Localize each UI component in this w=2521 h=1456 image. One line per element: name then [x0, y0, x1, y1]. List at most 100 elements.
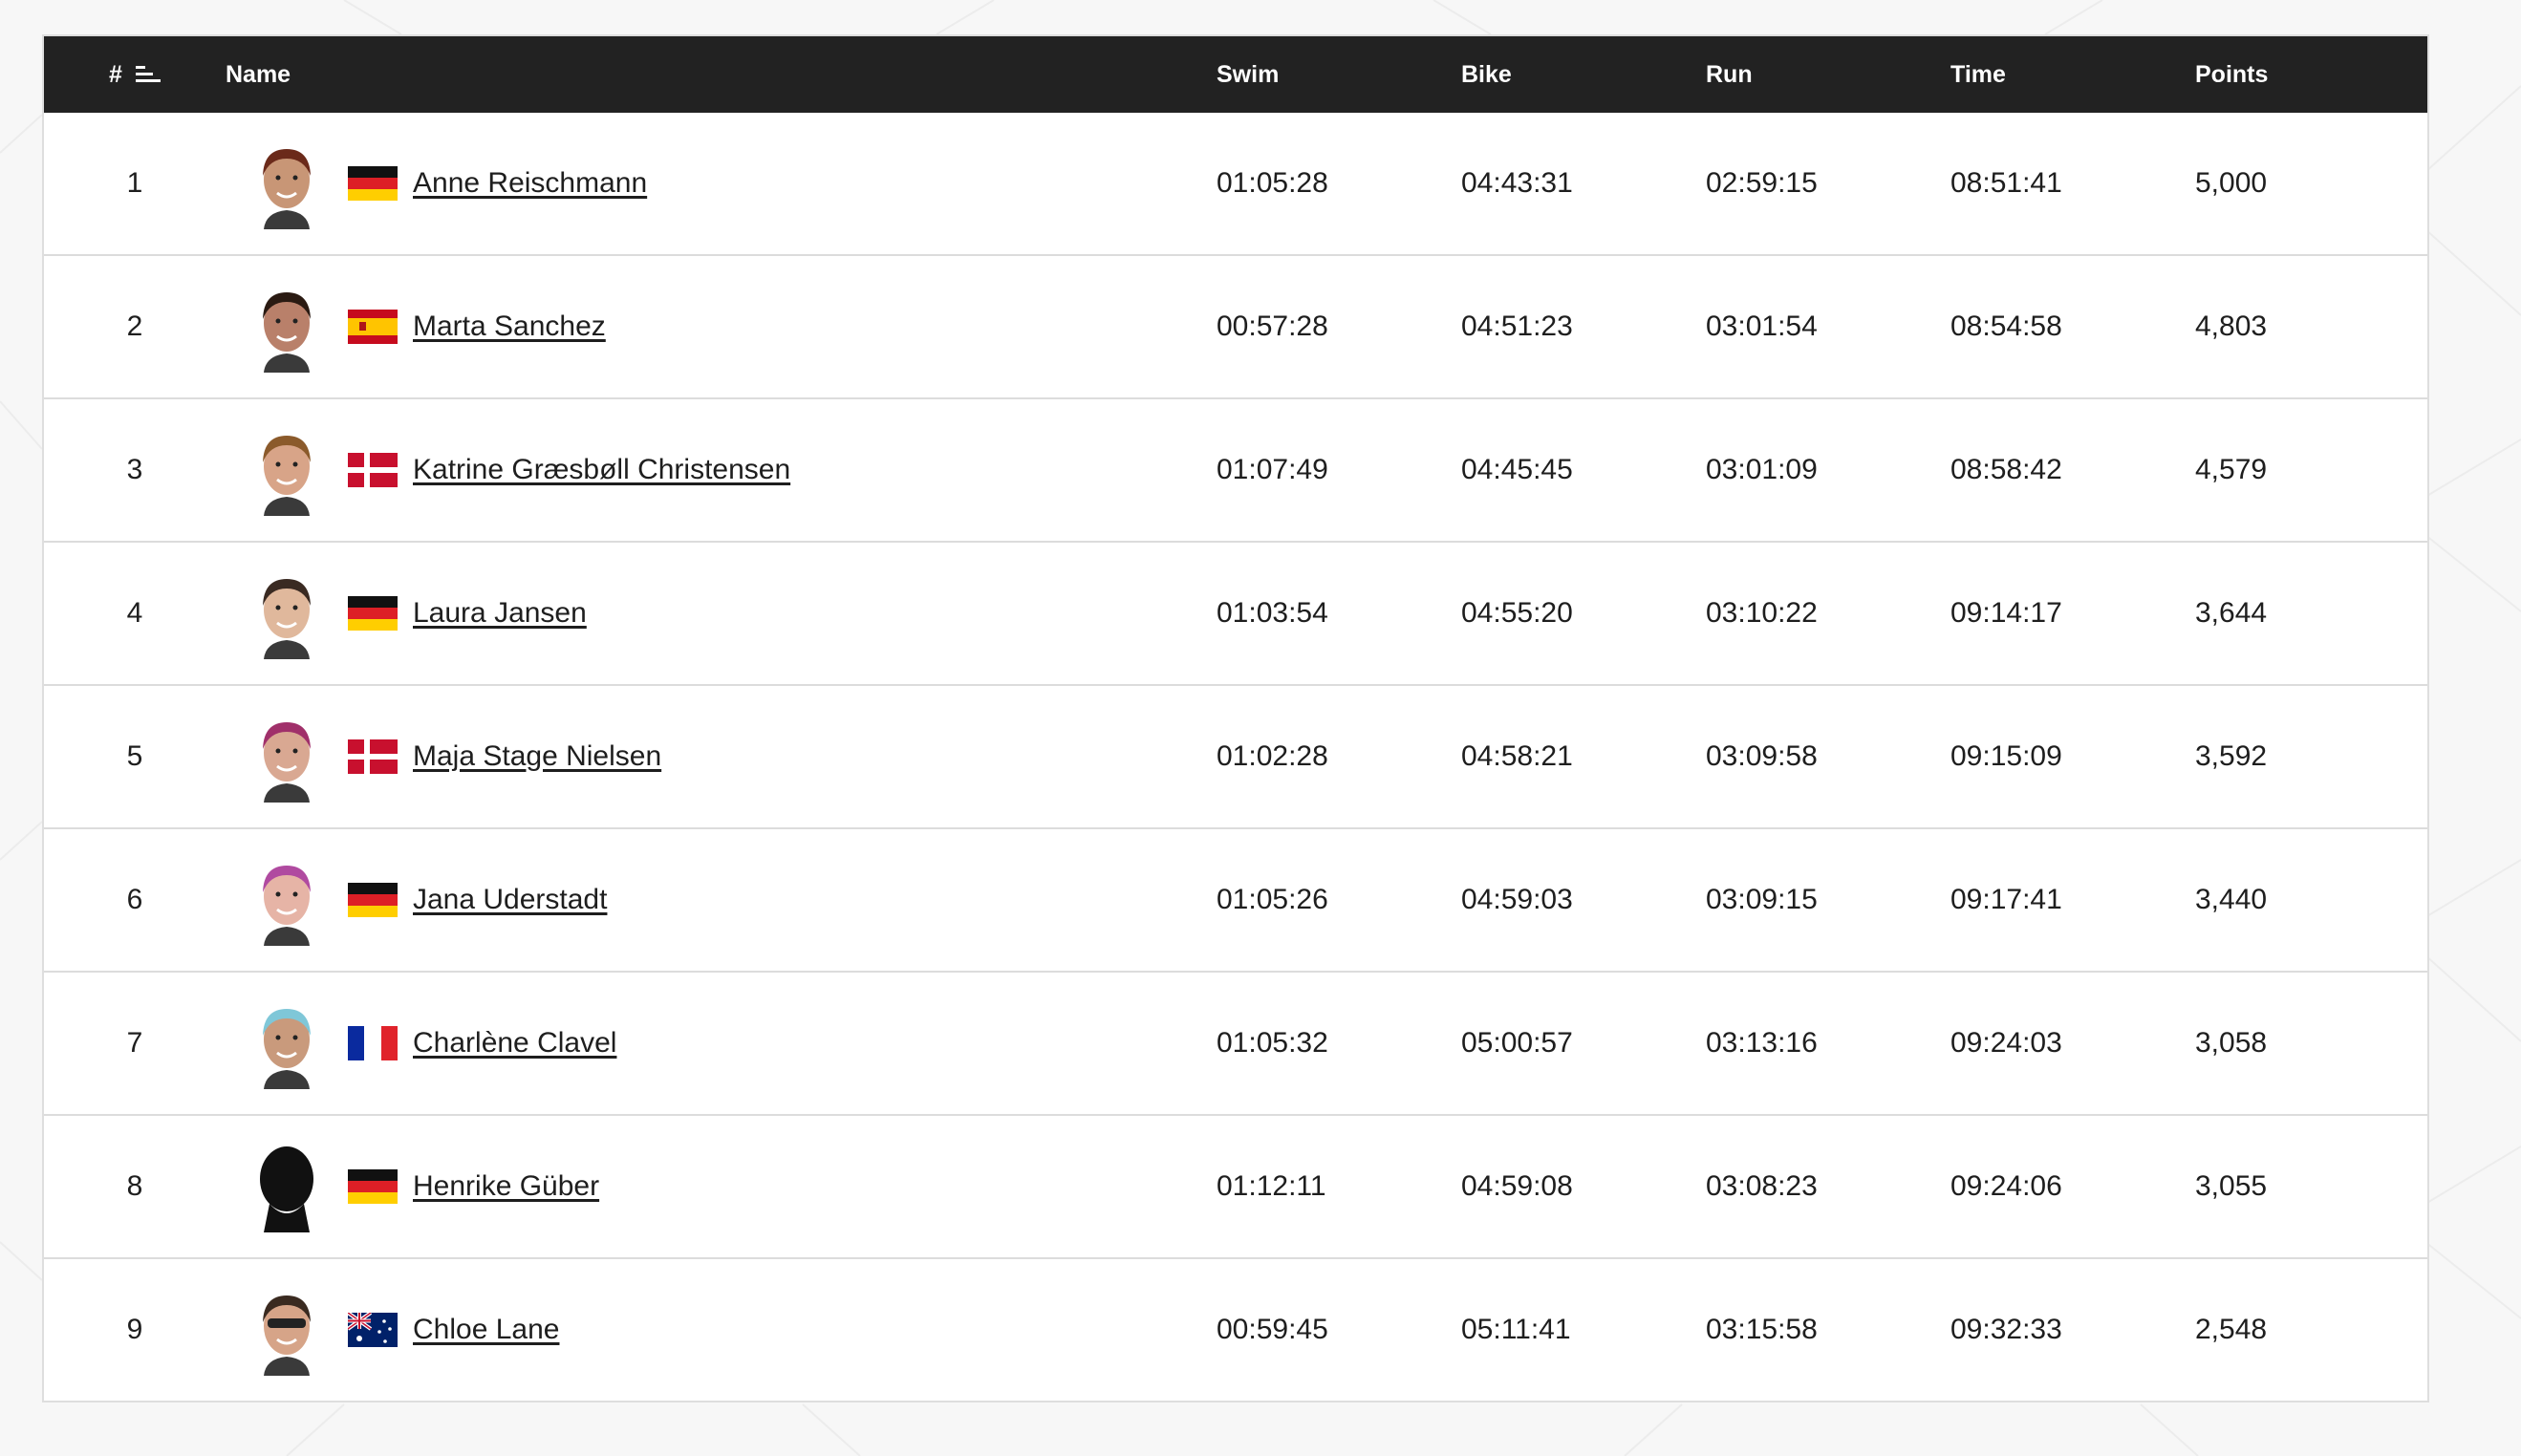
rank-cell: 9: [126, 1314, 143, 1345]
bike-time-cell: 04:58:21: [1461, 740, 1573, 772]
total-time-cell: 09:17:41: [1950, 884, 2062, 915]
athlete-name-link[interactable]: Laura Jansen: [413, 597, 587, 630]
header-swim[interactable]: Swim: [1217, 61, 1461, 89]
name-cell: Chloe Lane: [226, 1284, 1217, 1376]
bike-time-cell: 04:59:08: [1461, 1170, 1573, 1202]
name-cell: Laura Jansen: [226, 567, 1217, 659]
swim-time-cell: 01:02:28: [1217, 740, 1328, 772]
rank-cell: 3: [126, 454, 143, 485]
total-time-cell: 09:24:03: [1950, 1027, 2062, 1059]
rank-cell: 5: [126, 740, 143, 772]
points-cell: 3,440: [2195, 884, 2268, 915]
run-time-cell: 03:13:16: [1706, 1027, 1818, 1059]
bike-time-cell: 04:55:20: [1461, 597, 1573, 629]
athlete-avatar-icon: [263, 292, 311, 373]
athlete-avatar-icon: [263, 722, 311, 803]
germany-flag-icon: [348, 1169, 398, 1204]
run-time-cell: 03:01:54: [1706, 310, 1818, 342]
swim-time-cell: 01:05:32: [1217, 1027, 1328, 1059]
athlete-name-link[interactable]: Charlène Clavel: [413, 1027, 616, 1060]
run-time-cell: 03:01:09: [1706, 454, 1818, 485]
sort-icon[interactable]: [134, 64, 161, 85]
table-row: 3 Katrine Græsbøll Christensen 01:07:49 04:…: [44, 397, 2427, 541]
rank-cell: 4: [126, 597, 143, 629]
swim-time-cell: 00:57:28: [1217, 310, 1328, 342]
total-time-cell: 09:14:17: [1950, 597, 2062, 629]
bike-time-cell: 04:51:23: [1461, 310, 1573, 342]
total-time-cell: 08:58:42: [1950, 454, 2062, 485]
points-cell: 3,058: [2195, 1027, 2268, 1059]
table-row: 6 Jana Uderstadt 01:05:26 04:59:03 03:09:15 0…: [44, 827, 2427, 971]
name-cell: Charlène Clavel: [226, 997, 1217, 1089]
table-header: # Name Swim Bike Run Time Points: [44, 36, 2427, 113]
total-time-cell: 09:15:09: [1950, 740, 2062, 772]
rank-cell: 6: [126, 884, 143, 915]
header-rank[interactable]: #: [44, 61, 226, 89]
name-cell: Marta Sanchez: [226, 281, 1217, 373]
points-cell: 5,000: [2195, 167, 2268, 199]
rank-cell: 8: [126, 1170, 143, 1202]
table-row: 4 Laura Jansen 01:03:54 04:55:20 03:10:22 09:…: [44, 541, 2427, 684]
denmark-flag-icon: [348, 739, 398, 774]
australia-flag-icon: [348, 1313, 398, 1347]
athlete-avatar-icon: [263, 1295, 311, 1376]
header-time[interactable]: Time: [1950, 61, 2195, 89]
swim-time-cell: 01:05:26: [1217, 884, 1328, 915]
total-time-cell: 09:24:06: [1950, 1170, 2062, 1202]
bike-time-cell: 04:43:31: [1461, 167, 1573, 199]
points-cell: 2,548: [2195, 1314, 2268, 1345]
athlete-avatar-icon: [263, 149, 311, 229]
athlete-name-link[interactable]: Henrike Güber: [413, 1170, 599, 1203]
total-time-cell: 09:32:33: [1950, 1314, 2062, 1345]
swim-time-cell: 01:05:28: [1217, 167, 1328, 199]
bike-time-cell: 04:45:45: [1461, 454, 1573, 485]
table-row: 8 Henrike Güber 01:12:11 04:59:08 03:08:23 09…: [44, 1114, 2427, 1257]
header-name[interactable]: Name: [226, 61, 1217, 89]
athlete-name-link[interactable]: Maja Stage Nielsen: [413, 740, 661, 773]
name-cell: Jana Uderstadt: [226, 854, 1217, 946]
swim-time-cell: 01:12:11: [1217, 1170, 1326, 1202]
total-time-cell: 08:51:41: [1950, 167, 2062, 199]
run-time-cell: 03:08:23: [1706, 1170, 1818, 1202]
run-time-cell: 03:09:15: [1706, 884, 1818, 915]
header-points[interactable]: Points: [2195, 61, 2427, 89]
germany-flag-icon: [348, 166, 398, 201]
bike-time-cell: 05:00:57: [1461, 1027, 1573, 1059]
table-row: 2 Marta Sanchez 00:57:28 04:51:23 03:01:54 08…: [44, 254, 2427, 397]
run-time-cell: 02:59:15: [1706, 167, 1818, 199]
run-time-cell: 03:09:58: [1706, 740, 1818, 772]
denmark-flag-icon: [348, 453, 398, 487]
table-row: 1 Anne Reischmann 01:05:28 04:43:31 02:59:15…: [44, 113, 2427, 254]
athlete-avatar-icon: [263, 436, 311, 516]
athlete-name-link[interactable]: Anne Reischmann: [413, 167, 647, 200]
run-time-cell: 03:10:22: [1706, 597, 1818, 629]
athlete-name-link[interactable]: Marta Sanchez: [413, 310, 606, 343]
header-rank-label: #: [109, 60, 122, 88]
germany-flag-icon: [348, 883, 398, 917]
header-run[interactable]: Run: [1706, 61, 1950, 89]
total-time-cell: 08:54:58: [1950, 310, 2062, 342]
athlete-avatar-icon: [263, 579, 311, 659]
athlete-avatar-icon: [263, 866, 311, 946]
table-row: 7 Charlène Clavel 01:05:32 05:00:57 03:13:16…: [44, 971, 2427, 1114]
name-cell: Anne Reischmann: [226, 138, 1217, 229]
points-cell: 4,579: [2195, 454, 2268, 485]
athlete-name-link[interactable]: Jana Uderstadt: [413, 884, 607, 916]
athlete-name-link[interactable]: Chloe Lane: [413, 1314, 559, 1346]
bike-time-cell: 04:59:03: [1461, 884, 1573, 915]
points-cell: 3,644: [2195, 597, 2268, 629]
table-body: 1 Anne Reischmann 01:05:28 04:43:31 02:59:15…: [44, 113, 2427, 1401]
name-cell: Henrike Güber: [226, 1141, 1217, 1232]
germany-flag-icon: [348, 596, 398, 631]
athlete-avatar-icon: [260, 1146, 313, 1232]
table-row: 9 Chloe Lane 00:59:45 05:11:41 03:15:58 09:32…: [44, 1257, 2427, 1401]
athlete-name-link[interactable]: Katrine Græsbøll Christensen: [413, 454, 790, 486]
swim-time-cell: 01:03:54: [1217, 597, 1328, 629]
points-cell: 3,592: [2195, 740, 2268, 772]
name-cell: Katrine Græsbøll Christensen: [226, 424, 1217, 516]
points-cell: 3,055: [2195, 1170, 2268, 1202]
results-table: # Name Swim Bike Run Time Points 1 Anne R…: [42, 34, 2429, 1402]
points-cell: 4,803: [2195, 310, 2268, 342]
swim-time-cell: 00:59:45: [1217, 1314, 1328, 1345]
header-bike[interactable]: Bike: [1461, 61, 1706, 89]
